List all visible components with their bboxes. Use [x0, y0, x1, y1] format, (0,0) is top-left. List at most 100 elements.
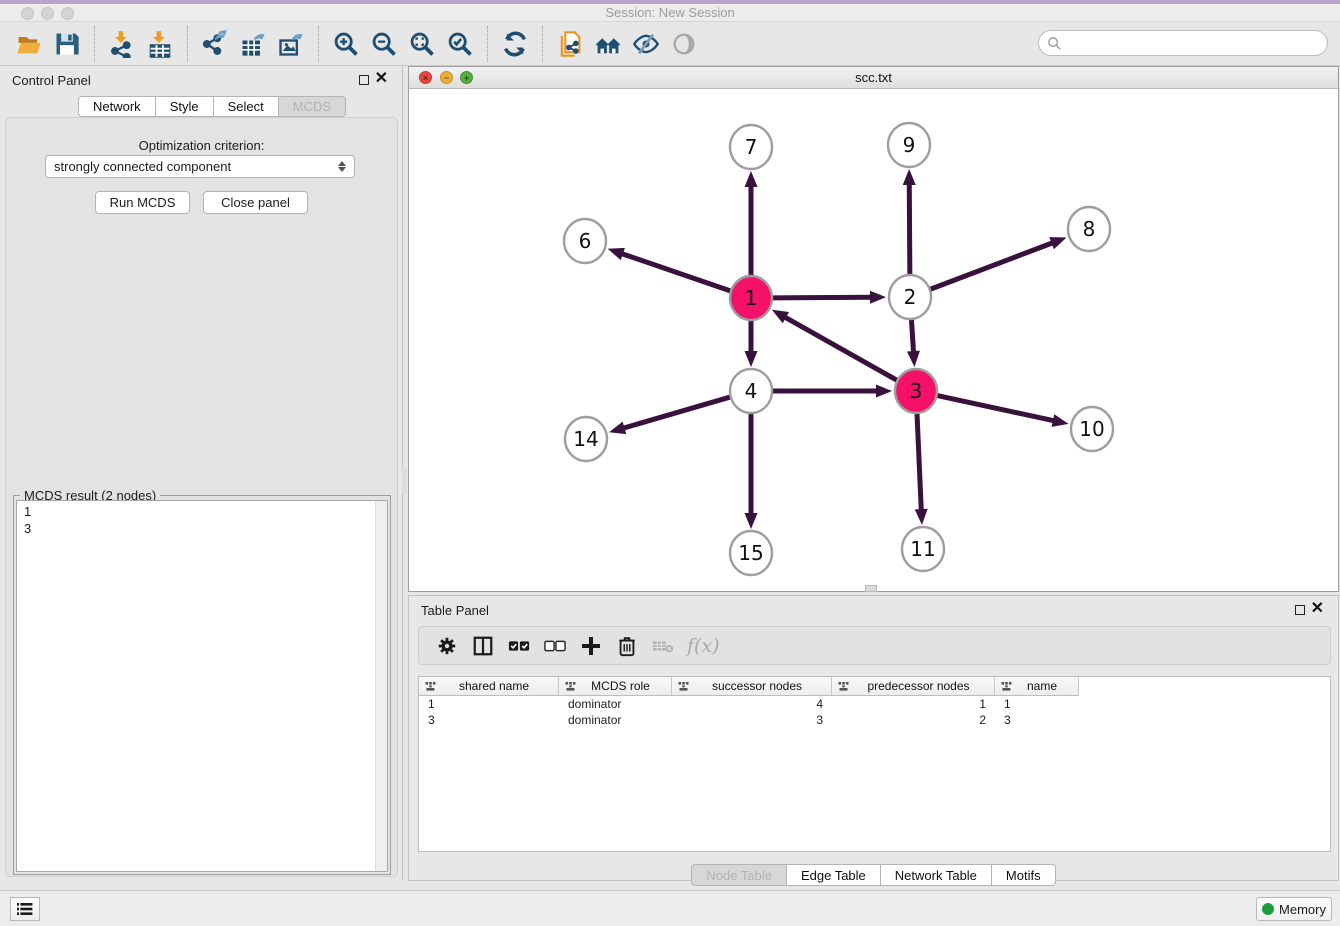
table-row[interactable]: 1dominator411 [419, 696, 1330, 712]
zoom-selected-icon[interactable] [443, 27, 477, 61]
search-icon [1047, 36, 1062, 51]
float-panel-icon[interactable] [1295, 605, 1305, 615]
import-table-icon[interactable] [143, 27, 177, 61]
tab-select[interactable]: Select [214, 96, 279, 117]
show-hide-style-icon[interactable] [629, 27, 663, 61]
edge-1-6[interactable] [621, 253, 732, 291]
split-panel-icon[interactable] [465, 631, 501, 661]
tab-mcds[interactable]: MCDS [279, 96, 346, 117]
mcds-result-fieldset: MCDS result (2 nodes) 13 [13, 495, 391, 875]
table-cell[interactable]: 3 [672, 712, 832, 728]
table-cell[interactable]: 3 [419, 712, 559, 728]
table-cell[interactable]: 1 [419, 696, 559, 712]
optimization-criterion-select[interactable]: strongly connected component [45, 155, 355, 178]
tab-style[interactable]: Style [156, 96, 214, 117]
edge-2-3[interactable] [911, 317, 913, 353]
control-panel-title: Control Panel [12, 73, 91, 88]
result-scrollbar[interactable] [375, 501, 387, 871]
panel-splitter-handle[interactable] [402, 468, 407, 494]
column-header-successor-nodes[interactable]: successor nodes [672, 677, 832, 696]
toolbar-separator [318, 26, 319, 62]
apply-preferred-layout-icon[interactable] [498, 27, 532, 61]
mcds-result-value: 1 [24, 503, 380, 520]
tab-network-table[interactable]: Network Table [881, 864, 992, 886]
table-cell[interactable]: 1 [995, 696, 1079, 712]
table-cell[interactable]: dominator [559, 696, 672, 712]
toolbar-separator [542, 26, 543, 62]
graph-node-label: 3 [910, 379, 923, 403]
network-window-titlebar[interactable]: × − + scc.txt [409, 67, 1338, 89]
delete-row-icon[interactable] [609, 631, 645, 661]
network-canvas-svg: 7968124314101511 [409, 89, 1338, 591]
table-panel: Table Panel ✕ f(x) shared nameMCDS roles… [408, 595, 1339, 881]
table-panel-header: Table Panel ✕ [409, 596, 1338, 624]
edge-arrowhead [870, 291, 886, 304]
table-row[interactable]: 3dominator323 [419, 712, 1330, 728]
optimization-criterion-label: Optimization criterion: [6, 138, 397, 153]
zoom-out-icon[interactable] [367, 27, 401, 61]
edge-arrowhead [745, 171, 758, 187]
edge-arrowhead [903, 169, 916, 185]
home-icon[interactable] [591, 27, 625, 61]
open-session-icon[interactable] [12, 27, 46, 61]
edge-3-10[interactable] [936, 395, 1055, 421]
window-splitter-handle[interactable] [865, 585, 877, 592]
mcds-panel: Optimization criterion: strongly connect… [5, 117, 398, 877]
column-header-predecessor-nodes[interactable]: predecessor nodes [832, 677, 995, 696]
duplicate-network-icon[interactable] [553, 27, 587, 61]
tab-network[interactable]: Network [78, 96, 156, 117]
delete-table-icon[interactable] [645, 631, 681, 661]
show-hide-view-icon[interactable] [667, 27, 701, 61]
network-window-title: scc.txt [409, 70, 1338, 85]
zoom-in-icon[interactable] [329, 27, 363, 61]
add-row-icon[interactable] [573, 631, 609, 661]
edge-3-1[interactable] [784, 317, 898, 382]
table-panel-title: Table Panel [421, 603, 489, 618]
table-cell[interactable]: 1 [832, 696, 995, 712]
table-cell[interactable]: 3 [995, 712, 1079, 728]
float-panel-icon[interactable] [359, 75, 369, 85]
mcds-result-box[interactable]: 13 [16, 500, 388, 872]
deselect-all-icon[interactable] [537, 631, 573, 661]
search-input[interactable] [1062, 33, 1327, 53]
table-cell[interactable]: 4 [672, 696, 832, 712]
node-table[interactable]: shared nameMCDS rolesuccessor nodesprede… [418, 676, 1331, 852]
import-network-icon[interactable] [105, 27, 139, 61]
toolbar-separator [187, 26, 188, 62]
column-header-MCDS-role[interactable]: MCDS role [559, 677, 672, 696]
table-header-row: shared nameMCDS rolesuccessor nodesprede… [419, 677, 1330, 696]
save-session-icon[interactable] [50, 27, 84, 61]
edge-2-9[interactable] [909, 183, 910, 277]
tab-node-table[interactable]: Node Table [691, 864, 787, 886]
edge-2-8[interactable] [929, 242, 1054, 289]
status-menu-button[interactable] [10, 897, 40, 921]
graph-node-label: 11 [910, 537, 935, 561]
column-header-shared-name[interactable]: shared name [419, 677, 559, 696]
edge-3-11[interactable] [917, 411, 921, 511]
toolbar-separator [94, 26, 95, 62]
table-cell[interactable]: dominator [559, 712, 672, 728]
export-table-icon[interactable] [236, 27, 270, 61]
network-canvas[interactable]: 7968124314101511 [409, 89, 1338, 591]
function-builder-icon[interactable]: f(x) [687, 635, 720, 657]
zoom-fit-icon[interactable] [405, 27, 439, 61]
edge-1-2[interactable] [771, 297, 872, 298]
export-image-icon[interactable] [274, 27, 308, 61]
export-network-icon[interactable] [198, 27, 232, 61]
edge-4-14[interactable] [622, 397, 731, 429]
close-panel-icon[interactable]: ✕ [375, 70, 388, 88]
close-panel-icon[interactable]: ✕ [1311, 600, 1324, 618]
run-mcds-button[interactable]: Run MCDS [95, 191, 190, 214]
search-field[interactable] [1038, 30, 1328, 56]
column-header-name[interactable]: name [995, 677, 1079, 696]
graph-node-label: 14 [573, 427, 598, 451]
column-settings-icon[interactable] [429, 631, 465, 661]
graph-node-label: 2 [904, 285, 917, 309]
select-all-icon[interactable] [501, 631, 537, 661]
memory-button[interactable]: Memory [1256, 897, 1332, 921]
tab-motifs[interactable]: Motifs [992, 864, 1056, 886]
close-panel-button[interactable]: Close panel [203, 191, 308, 214]
tab-edge-table[interactable]: Edge Table [787, 864, 881, 886]
table-cell[interactable]: 2 [832, 712, 995, 728]
graph-node-label: 4 [745, 379, 758, 403]
